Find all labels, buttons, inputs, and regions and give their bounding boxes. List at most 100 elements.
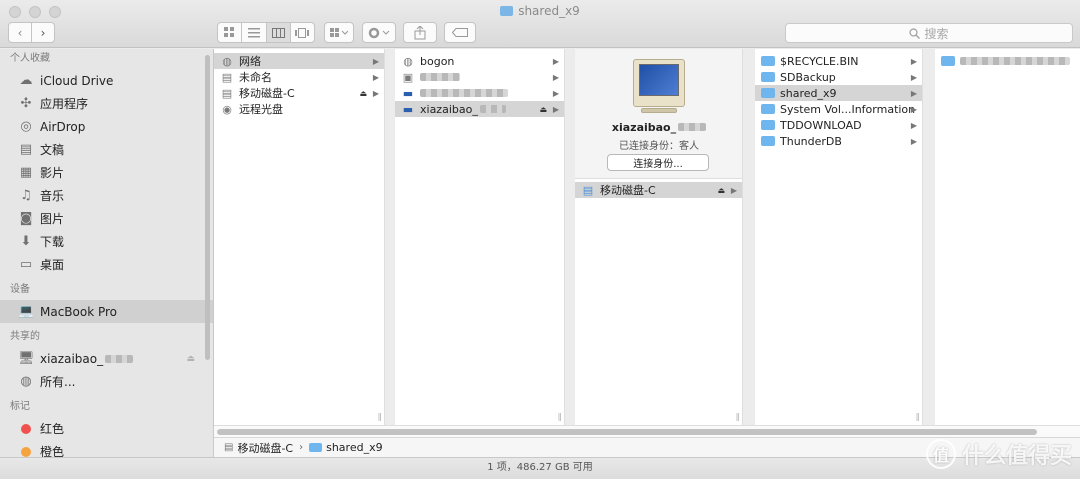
cloud-icon: ☁ [19,73,33,88]
sidebar-item-label: xiazaibao_ [40,351,104,366]
applications-icon: ✣ [20,96,32,111]
eject-icon[interactable]: ⏏ [717,186,725,195]
column-item-network[interactable]: ◍ 网络 ▶ [214,53,384,69]
tag-button[interactable] [444,22,476,43]
folder-icon [941,56,955,66]
arrange-icon [330,27,348,37]
list-view-button[interactable] [242,23,267,42]
movies-icon: ▦ [19,165,33,180]
column-resize-handle[interactable]: || [558,412,563,421]
folder-icon [761,120,775,130]
column-item-removable-disk-c[interactable]: ▤ 移动磁盘-C ⏏ ▶ [214,85,384,101]
connect-as-button[interactable]: 连接身份... [607,154,709,171]
column-item-label: 远程光盘 [239,103,283,116]
monitor-icon: ▬ [402,86,414,100]
path-item-shared-x9[interactable]: shared_x9 [326,441,382,454]
scrollbar-thumb[interactable] [217,429,1037,435]
column-item-recycle-bin[interactable]: $RECYCLE.BIN ▶ [755,53,922,69]
arrange-button[interactable] [324,22,354,43]
watermark-logo: 值 [925,439,956,469]
disclosure-arrow-icon: ▶ [552,88,559,98]
column-item-label: 移动磁盘-C [239,87,295,100]
sidebar-item-macbook-pro[interactable]: 💻 MacBook Pro [0,300,213,323]
sidebar-item-airdrop[interactable]: ◎ AirDrop [0,115,213,138]
eject-icon[interactable]: ⏏ [539,105,547,114]
sidebar-item-tag-orange[interactable]: 橙色 [0,440,213,457]
disclosure-arrow-icon: ▶ [910,88,917,98]
folder-icon [309,443,323,452]
redacted-text [420,73,460,81]
sidebar-item-label: 红色 [40,422,65,436]
back-button[interactable]: ‹ [8,22,32,43]
sidebar-item-icloud-drive[interactable]: ☁ iCloud Drive [0,69,213,92]
column-item-redacted-folder[interactable] [935,53,1080,69]
column-item-sdbackup[interactable]: SDBackup ▶ [755,69,922,85]
column-item-removable-disk-c[interactable]: ▤ 移动磁盘-C ⏏ ▶ [575,182,742,198]
column-item-server[interactable]: ▣ ▶ [395,69,564,85]
sidebar-item-desktop[interactable]: ▭ 桌面 [0,253,213,276]
coverflow-icon [295,27,310,38]
monitor-icon: 🖥 [18,351,35,366]
list-icon [247,27,260,37]
column-item-thunderdb[interactable]: ThunderDB ▶ [755,133,922,149]
downloads-icon: ⬇ [20,234,32,249]
column-item-untitled[interactable]: ▤ 未命名 ▶ [214,69,384,85]
music-icon: ♫ [20,188,32,203]
column-item-bogon[interactable]: ◍ bogon ▶ [395,53,564,69]
column-item-label: $RECYCLE.BIN [780,54,859,68]
documents-icon: ▤ [19,142,33,157]
disclosure-arrow-icon: ▶ [910,120,917,130]
column-item-tddownload[interactable]: TDDOWNLOAD ▶ [755,117,922,133]
gallery-view-button[interactable] [291,23,314,42]
column-resize-handle[interactable]: || [916,412,921,421]
sidebar-item-label: 文稿 [40,143,65,157]
airdrop-icon: ◎ [20,119,32,134]
column-resize-handle[interactable]: || [378,412,383,421]
column-item-xiazaibao[interactable]: ▬ xiazaibao_ ⏏ ▶ [395,101,564,117]
search-field[interactable]: 搜索 [785,23,1073,43]
columns-icon [271,27,285,38]
sidebar-item-label: iCloud Drive [40,73,114,88]
orange-tag-icon [21,446,31,457]
drive-icon: ▤ [221,70,233,84]
action-menu-button[interactable] [362,22,396,43]
sidebar-item-xiazaibao[interactable]: 🖥 xiazaibao_ ⏏ [0,347,213,370]
column-item-computer[interactable]: ▬ ▶ [395,85,564,101]
column-item-label: 移动磁盘-C [600,184,656,197]
sidebar-item-downloads[interactable]: ⬇ 下载 [0,230,213,253]
column-5 [935,49,1080,425]
sidebar-scrollbar[interactable] [205,55,210,360]
sidebar-item-tag-red[interactable]: 红色 [0,417,213,440]
sidebar-item-documents[interactable]: ▤ 文稿 [0,138,213,161]
sidebar-item-label: 橙色 [40,445,65,457]
column-item-remote-disc[interactable]: ◉ 远程光盘 [214,101,384,117]
sidebar-item-applications[interactable]: ✣ 应用程序 [0,92,213,115]
sidebar-item-music[interactable]: ♫ 音乐 [0,184,213,207]
window-title: shared_x9 [0,4,1080,18]
eject-icon[interactable]: ⏏ [359,89,367,98]
column-item-label: TDDOWNLOAD [780,118,862,132]
sidebar-item-movies[interactable]: ▦ 影片 [0,161,213,184]
column-item-shared-x9[interactable]: shared_x9 ▶ [755,85,922,101]
column-item-label: bogon [420,54,455,68]
disc-icon: ◉ [222,102,232,116]
share-button[interactable] [403,22,437,43]
sidebar-section-shared: 共享的 [10,331,40,342]
grid-icon [224,27,235,37]
column-resize-handle[interactable]: || [736,412,741,421]
disclosure-arrow-icon: ▶ [552,56,559,66]
column-view-button[interactable] [266,23,291,42]
disclosure-arrow-icon: ▶ [372,88,379,98]
eject-icon[interactable]: ⏏ [186,354,195,364]
sidebar-item-pictures[interactable]: ◙ 图片 [0,207,213,230]
column-item-system-volume-information[interactable]: System Vol...Information ▶ [755,101,922,117]
forward-button[interactable]: › [31,22,55,43]
horizontal-scrollbar[interactable] [214,425,1080,437]
icon-view-button[interactable] [218,23,243,42]
window-title-text: shared_x9 [518,4,580,18]
path-item-removable-disk-c[interactable]: 移动磁盘-C [237,440,293,456]
disclosure-arrow-icon: ▶ [372,56,379,66]
sidebar-item-label: 应用程序 [40,97,89,111]
sidebar-item-all[interactable]: ◍ 所有... [0,370,213,393]
disclosure-arrow-icon: ▶ [910,56,917,66]
